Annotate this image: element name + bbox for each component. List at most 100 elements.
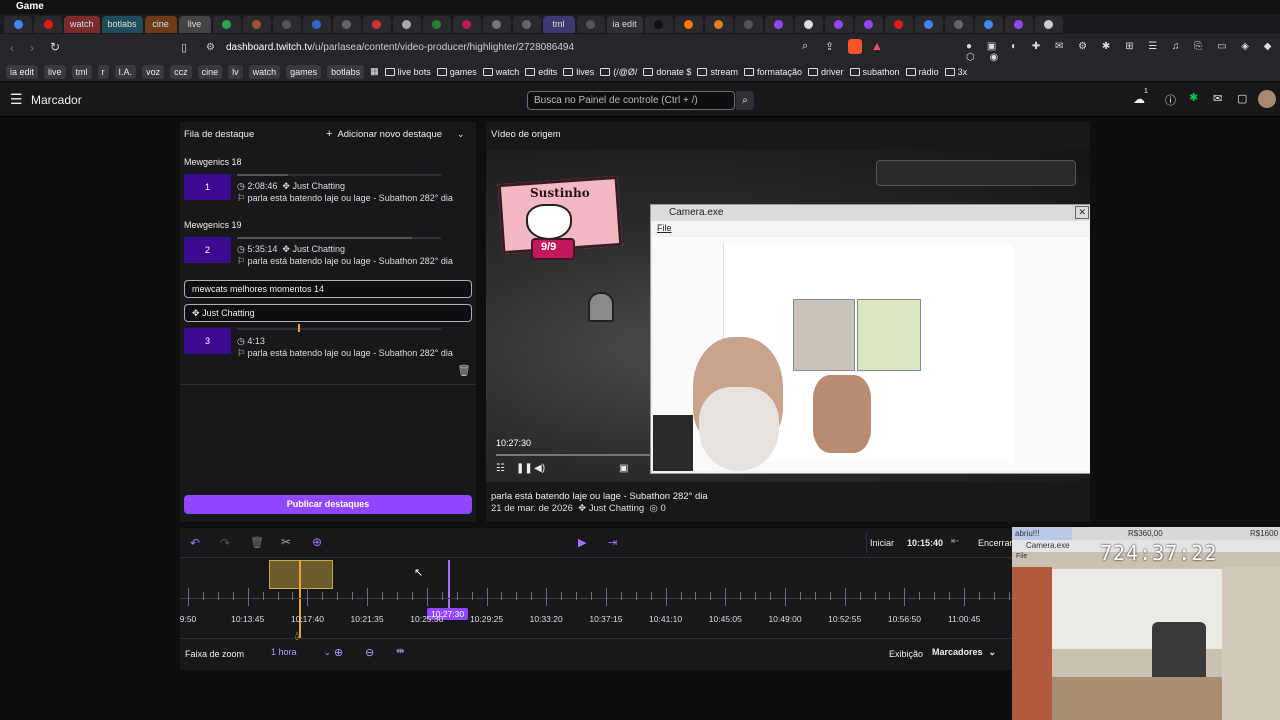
browser-tab[interactable] — [332, 15, 361, 33]
browser-tab[interactable] — [854, 15, 883, 33]
bookmark-item[interactable]: lives — [563, 67, 594, 77]
browser-tab[interactable] — [452, 15, 481, 33]
bookmark-item[interactable]: stream — [697, 67, 738, 77]
search-input[interactable]: Busca no Painel de controle (Ctrl + /) — [527, 91, 735, 110]
zoom-in-icon[interactable]: ⊕ — [334, 646, 343, 659]
video-scrubber[interactable] — [496, 454, 650, 456]
clip-thumbnail[interactable]: 3 — [184, 328, 231, 354]
bookmark-pill[interactable]: ccz — [170, 64, 192, 79]
search-button[interactable]: ⌕ — [736, 91, 754, 110]
browser-tab[interactable]: botlabs — [101, 15, 143, 33]
bookmark-pill[interactable]: games — [286, 64, 322, 79]
zoom-icon[interactable]: ⌕ — [802, 40, 808, 53]
bookmark-pill[interactable]: tml — [71, 64, 92, 79]
zoom-out-icon[interactable]: ⊖ — [365, 646, 374, 659]
bookmark-pill[interactable]: I.A. — [114, 64, 137, 79]
url-field[interactable]: ⚙ dashboard.twitch.tv/u/parlasea/content… — [200, 39, 810, 57]
browser-tab[interactable] — [302, 15, 331, 33]
bookmark-item[interactable]: 3x — [944, 67, 967, 77]
bookmark-item[interactable]: formatação — [743, 67, 802, 77]
bookmark-pill[interactable]: watch — [248, 64, 281, 79]
brave-shield-icon[interactable] — [848, 39, 862, 54]
trash-icon[interactable]: 🗑 — [457, 364, 471, 377]
scissors-icon[interactable]: ✂ — [281, 535, 291, 549]
bookmark-pill[interactable]: lv — [228, 64, 243, 79]
browser-tab[interactable]: tml — [542, 15, 575, 33]
browser-tab[interactable] — [392, 15, 421, 33]
browser-tab[interactable] — [512, 15, 541, 33]
browser-tab[interactable]: watch — [64, 15, 100, 33]
browser-tab[interactable] — [422, 15, 451, 33]
help-icon[interactable]: ⓘ — [1165, 92, 1176, 108]
bookmark-item[interactable]: games — [436, 67, 477, 77]
browser-tab[interactable] — [1004, 15, 1033, 33]
browser-tab[interactable] — [482, 15, 511, 33]
browser-tab[interactable] — [576, 15, 605, 33]
browser-tab[interactable] — [362, 15, 391, 33]
browser-tab[interactable]: live — [178, 15, 211, 33]
browser-tab[interactable] — [824, 15, 853, 33]
browser-tab[interactable] — [272, 15, 301, 33]
bookmark-pill[interactable]: cine — [197, 64, 223, 79]
publish-highlights-button[interactable]: Publicar destaques — [184, 495, 472, 514]
browser-tab[interactable] — [34, 15, 62, 33]
whispers-icon[interactable]: ▢ — [1237, 92, 1247, 105]
clip-thumbnail[interactable]: 2 — [184, 237, 231, 263]
browser-tab[interactable] — [944, 15, 973, 33]
extension-icons[interactable]: ● ▣ ◐ ✚ ✉ ⚙ ✱ ⊞ ☰ ♫ ⎘ ▭ ◈ ◆ ⬡ ◉ — [966, 41, 1280, 63]
play-icon[interactable]: ▶ — [578, 536, 586, 549]
range-handle[interactable] — [299, 560, 301, 638]
browser-tab[interactable] — [1034, 15, 1063, 33]
set-start-icon[interactable]: ⇤ — [951, 536, 959, 547]
forward-icon[interactable]: › — [30, 41, 34, 55]
bookmark-pill[interactable]: live — [44, 64, 66, 79]
volume-icon[interactable]: ◀) — [534, 463, 545, 474]
bookmark-item[interactable]: rádio — [905, 67, 939, 77]
bookmark-pill[interactable]: r — [97, 64, 109, 79]
bookmark-item[interactable]: subathon — [849, 67, 900, 77]
category-input[interactable]: ✥ Just Chatting — [184, 304, 472, 322]
selected-range[interactable] — [269, 560, 333, 589]
bookmark-item[interactable]: watch — [482, 67, 519, 77]
brave-rewards-icon[interactable]: ▲ — [871, 39, 883, 53]
zoom-select[interactable]: 1 hora ⌄ — [271, 647, 331, 661]
browser-tab[interactable] — [914, 15, 943, 33]
browser-tab[interactable] — [212, 15, 241, 33]
browser-tab[interactable] — [242, 15, 271, 33]
skip-end-icon[interactable]: ⇥ — [608, 536, 617, 549]
bits-icon[interactable]: ✱ — [1189, 91, 1198, 104]
marker-icon[interactable]: ⍙ — [294, 630, 300, 641]
browser-tab[interactable] — [794, 15, 823, 33]
clip-thumbnail[interactable]: 1 — [184, 174, 231, 200]
add-highlight-button[interactable]: + Adicionar novo destaque ⌄ — [326, 126, 465, 142]
bookmark-item[interactable]: live bots — [384, 67, 431, 77]
browser-tab[interactable] — [884, 15, 913, 33]
pause-icon[interactable]: ❚❚ — [516, 463, 533, 474]
view-select[interactable]: Marcadores ⌄ — [932, 647, 1012, 661]
share-icon[interactable]: ⇪ — [825, 40, 834, 53]
bookmark-item[interactable]: donate $ — [643, 67, 691, 77]
apps-grid-icon[interactable]: ▦ — [370, 66, 379, 77]
add-marker-icon[interactable]: ⊕ — [312, 535, 322, 549]
video-player[interactable]: Sustinho 9/9 10:27:30 ☷ ❚❚ ◀) ▣ Camera.e… — [486, 150, 1090, 482]
site-info-icon[interactable]: ⚙ — [206, 39, 215, 57]
browser-tab[interactable] — [4, 15, 32, 33]
highlight-title-input[interactable]: mewcats melhores momentos 14 — [184, 280, 472, 298]
back-icon[interactable]: ‹ — [10, 41, 14, 55]
browser-tab[interactable] — [704, 15, 733, 33]
bookmark-pill[interactable]: voz — [142, 64, 165, 79]
browser-tab[interactable] — [974, 15, 1003, 33]
menu-icon[interactable]: ☰ — [10, 92, 23, 106]
undo-icon[interactable]: ↶ — [190, 536, 200, 550]
fullscreen-icon[interactable]: ▣ — [619, 463, 628, 474]
delete-icon[interactable]: 🗑 — [250, 536, 264, 549]
bookmark-pill[interactable]: ia edit — [6, 64, 39, 79]
browser-tab[interactable] — [644, 15, 673, 33]
redo-icon[interactable]: ↷ — [220, 536, 230, 550]
browser-tab[interactable] — [764, 15, 793, 33]
inbox-icon[interactable]: ✉ — [1213, 92, 1222, 105]
bookmark-icon[interactable]: ▯ — [181, 41, 187, 54]
fit-icon[interactable]: ⇹ — [396, 646, 404, 657]
chapters-icon[interactable]: ☷ — [496, 463, 505, 474]
reload-icon[interactable]: ↻ — [50, 40, 60, 54]
